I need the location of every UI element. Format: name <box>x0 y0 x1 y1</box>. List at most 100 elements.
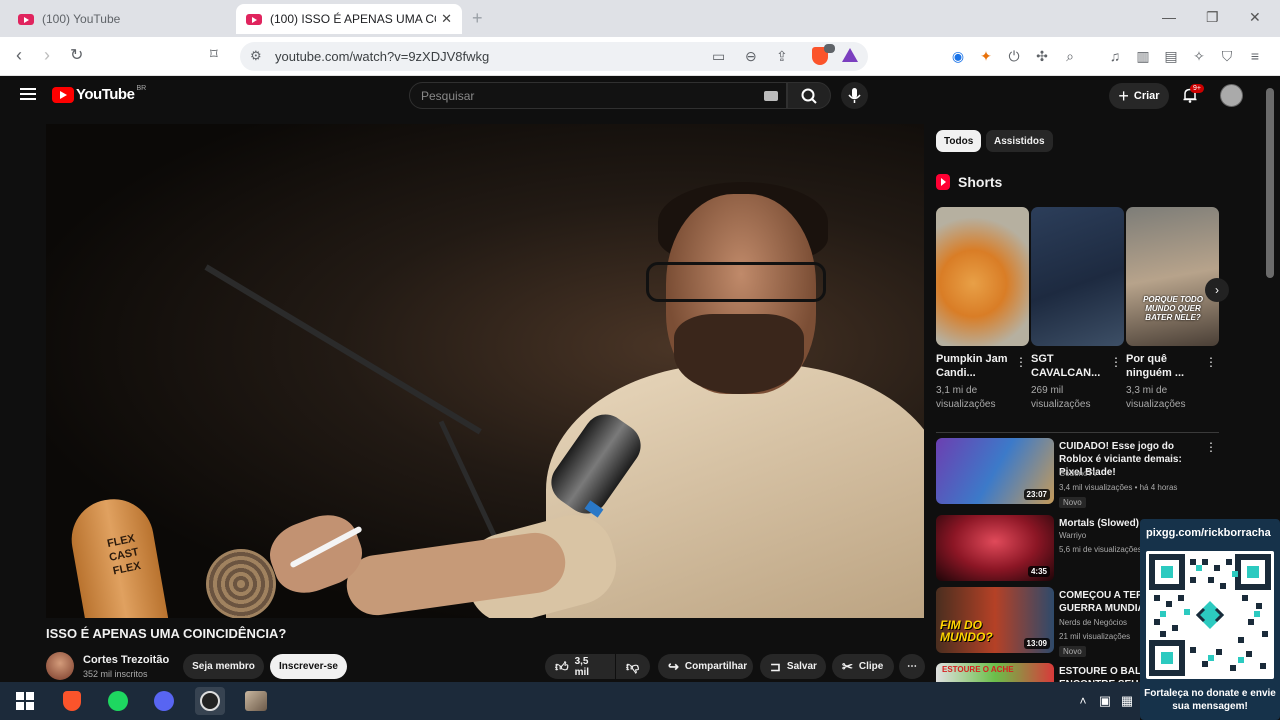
thumbs-up-icon: 👍︎ <box>555 658 569 674</box>
short-menu-icon[interactable]: ⋮ <box>1015 355 1027 369</box>
menu-icon[interactable]: ≡ <box>1246 47 1264 65</box>
extension-s-icon[interactable]: ◉ <box>949 47 967 65</box>
tab-search-icon[interactable]: ⌕ <box>1061 47 1079 65</box>
thumbs-down-icon: 👎︎ <box>626 658 640 674</box>
sidebar-icon[interactable]: ▥ <box>1134 47 1152 65</box>
power-icon[interactable]: ⏻ <box>1005 47 1023 65</box>
back-button[interactable]: ‹ <box>16 45 22 66</box>
youtube-play-icon <box>52 86 74 103</box>
video-channel: Warriyo <box>1059 531 1087 540</box>
bookmark-icon[interactable]: ⌑ <box>210 45 218 63</box>
music-icon[interactable]: ♫ <box>1106 47 1124 65</box>
minimize-button[interactable]: — <box>1162 9 1176 25</box>
site-settings-icon[interactable]: ⚙ <box>250 48 262 64</box>
logo-text: YouTube <box>76 86 135 103</box>
tray-volume-icon[interactable]: ▦ <box>1112 687 1142 715</box>
wallet-icon[interactable]: ▤ <box>1162 47 1180 65</box>
video-thumbnail[interactable]: 4:35 <box>936 515 1054 581</box>
keyboard-icon[interactable] <box>764 91 778 101</box>
forward-button[interactable]: › <box>44 45 50 66</box>
page-scrollbar[interactable] <box>1266 88 1274 278</box>
tab-label: (100) YouTube <box>42 12 121 26</box>
short-thumbnail[interactable] <box>936 207 1029 346</box>
channel-avatar[interactable] <box>46 652 74 680</box>
like-button[interactable]: 👍︎ 3,5 mil <box>545 654 615 679</box>
search-input[interactable]: Pesquisar <box>409 82 787 109</box>
extension-fire-icon[interactable]: ✦ <box>977 47 995 65</box>
youtube-logo[interactable]: YouTube BR <box>52 85 146 103</box>
tab-youtube-home[interactable]: (100) YouTube <box>8 4 234 34</box>
close-tab-icon[interactable]: ✕ <box>441 11 452 27</box>
share-button[interactable]: ↪ Compartilhar <box>658 654 753 679</box>
taskbar-brave[interactable] <box>57 687 87 715</box>
address-bar[interactable]: ⚙ youtube.com/watch?v=9zXDJV8fwkg ▭ ⊖ ⇪ <box>240 42 868 71</box>
video-menu-icon[interactable]: ⋮ <box>1205 440 1217 454</box>
dislike-button[interactable]: 👎︎ <box>616 654 650 679</box>
search-placeholder: Pesquisar <box>421 89 475 103</box>
video-player[interactable]: FLEX CAST FLEX <box>46 124 924 618</box>
shorts-next-arrow-icon[interactable]: › <box>1205 278 1229 302</box>
close-window-button[interactable]: ✕ <box>1249 9 1261 26</box>
short-views: 3,3 mi de visualizações <box>1126 385 1186 410</box>
zoom-icon[interactable]: ⊖ <box>745 48 757 65</box>
short-views: 3,1 mi de visualizações <box>936 385 996 410</box>
more-actions-button[interactable]: ⋯ <box>899 654 925 679</box>
taskbar-discord[interactable] <box>149 687 179 715</box>
short-item[interactable]: PORQUE TODO MUNDO QUER BATER NELE? Por q… <box>1126 207 1219 412</box>
spotify-icon <box>108 691 128 711</box>
shorts-title: Shorts <box>958 174 1003 190</box>
taskbar-spotify[interactable] <box>103 687 133 715</box>
video-thumbnail[interactable]: ESTOURE O ACHE <box>936 663 1054 683</box>
thumbnail-caption: FIM DO MUNDO? <box>940 618 993 644</box>
short-thumbnail[interactable]: PORQUE TODO MUNDO QUER BATER NELE? <box>1126 207 1219 346</box>
tab-video[interactable]: (100) ISSO É APENAS UMA COIN ✕ <box>236 4 462 34</box>
search-button[interactable] <box>787 82 831 109</box>
shorts-header: Shorts <box>936 174 1002 190</box>
chip-watched[interactable]: Assistidos <box>986 130 1053 152</box>
save-button[interactable]: ⊐ Salvar <box>760 654 826 679</box>
taskbar-obs[interactable] <box>195 687 225 715</box>
video-duration: 4:35 <box>1027 566 1050 577</box>
clip-button[interactable]: ✂ Clipe <box>832 654 894 679</box>
short-menu-icon[interactable]: ⋮ <box>1110 355 1122 369</box>
short-title: Pumpkin Jam Candi... <box>936 353 1008 379</box>
video-thumbnail[interactable]: 23:07 <box>936 438 1054 504</box>
clip-label: Clipe <box>858 661 884 672</box>
guide-menu-icon[interactable] <box>20 88 36 100</box>
puzzle-icon[interactable]: ✣ <box>1033 47 1051 65</box>
new-tab-button[interactable]: + <box>472 8 483 29</box>
voice-search-button[interactable] <box>841 82 868 109</box>
reload-button[interactable]: ↻ <box>70 45 83 65</box>
channel-name[interactable]: Cortes Trezoitão <box>83 654 169 666</box>
restore-button[interactable]: ❐ <box>1206 9 1219 26</box>
taskbar-app[interactable] <box>241 687 271 715</box>
video-thumbnail[interactable]: FIM DO MUNDO? 13:09 <box>936 587 1054 653</box>
video-list-item[interactable]: 23:07 CUIDADO! Esse jogo do Roblox é vic… <box>936 438 1219 508</box>
obs-icon <box>200 691 220 711</box>
short-thumbnail[interactable] <box>1031 207 1124 346</box>
create-button[interactable]: + Criar <box>1109 83 1169 109</box>
leo-ai-icon[interactable]: ✧ <box>1190 47 1208 65</box>
save-label: Salvar <box>786 661 817 672</box>
chip-all[interactable]: Todos <box>936 130 982 152</box>
join-button[interactable]: Seja membro <box>183 654 264 679</box>
share-icon[interactable]: ⇪ <box>776 48 788 65</box>
cast-icon[interactable]: ▭ <box>712 48 725 65</box>
start-button[interactable] <box>10 687 40 715</box>
brave-rewards-icon[interactable] <box>842 48 858 62</box>
shorts-logo-icon <box>936 174 950 190</box>
short-menu-icon[interactable]: ⋮ <box>1205 355 1217 369</box>
subscribe-button[interactable]: Inscrever-se <box>270 654 347 679</box>
vpn-icon[interactable]: ⛉ <box>1218 47 1236 65</box>
notification-count-badge: 9+ <box>1190 84 1204 93</box>
shield-count-badge <box>824 44 835 53</box>
windows-taskbar: ˄ ▣ ▦ <box>0 682 1140 720</box>
plus-icon: + <box>1118 85 1129 106</box>
windows-logo-icon <box>16 692 34 710</box>
short-item[interactable]: Pumpkin Jam Candi... 3,1 mi de visualiza… <box>936 207 1029 412</box>
donate-overlay: pixgg.com/rickborracha Fortaleça no dona… <box>1140 519 1280 720</box>
video-meta: 3,4 mil visualizações • há 4 horas <box>1059 483 1178 492</box>
browser-tab-bar: (100) YouTube (100) ISSO É APENAS UMA CO… <box>0 0 1280 37</box>
account-avatar[interactable] <box>1220 84 1243 107</box>
short-item[interactable]: SGT CAVALCAN... 269 mil visualizações ⋮ <box>1031 207 1124 412</box>
